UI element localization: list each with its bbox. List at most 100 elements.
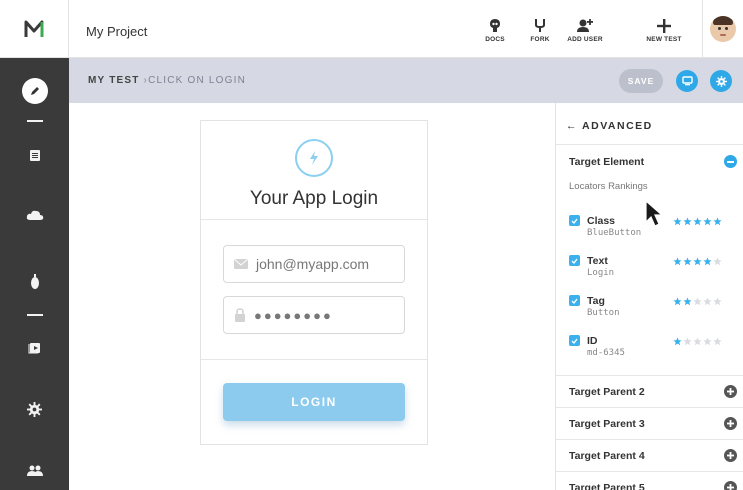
- panel-header: ← ADVANCED: [556, 103, 743, 145]
- left-sidebar: [0, 0, 69, 490]
- breadcrumb: MY TEST ›CLICK ON LOGIN: [88, 75, 246, 86]
- avatar: [710, 16, 736, 42]
- email-value: john@myapp.com: [256, 256, 370, 272]
- star-empty-icon: [683, 337, 692, 346]
- locator-rating: [673, 337, 722, 346]
- password-value: ●●●●●●●●: [254, 307, 333, 323]
- document-icon: [29, 149, 40, 161]
- plus-icon[interactable]: [724, 385, 737, 398]
- locator-checkbox-text[interactable]: [569, 255, 580, 266]
- target-parent-row[interactable]: Target Parent 4: [556, 439, 743, 471]
- target-parent-row[interactable]: Target Parent 5: [556, 471, 743, 490]
- pencil-icon: [21, 78, 48, 104]
- star-filled-icon: [683, 217, 692, 226]
- new-test-label: NEW TEST: [646, 36, 682, 43]
- locator-row-id: ID md-6345: [569, 335, 739, 365]
- locator-rating: [673, 217, 722, 226]
- lock-icon: [235, 308, 245, 322]
- app-logo[interactable]: [0, 0, 69, 58]
- sidebar-item-edit[interactable]: [0, 76, 69, 106]
- plus-icon: [636, 11, 692, 33]
- star-filled-icon: [703, 257, 712, 266]
- star-filled-icon: [683, 257, 692, 266]
- add-user-icon: [557, 11, 613, 33]
- check-icon: [571, 338, 578, 344]
- star-filled-icon: [713, 217, 722, 226]
- plus-icon[interactable]: [724, 417, 737, 430]
- target-parent-label: Target Parent 2: [569, 386, 645, 398]
- locator-name: Text: [587, 255, 608, 267]
- locator-rating: [673, 297, 722, 306]
- locator-value: Login: [587, 268, 615, 278]
- star-filled-icon: [673, 297, 682, 306]
- check-icon: [571, 218, 578, 224]
- sidebar-item-document[interactable]: [0, 140, 69, 170]
- target-parent-label: Target Parent 4: [569, 450, 645, 462]
- sidebar-divider: [27, 120, 43, 122]
- monitor-icon: [681, 76, 693, 86]
- target-element-title: Target Element: [569, 156, 645, 168]
- locator-row-tag: Tag Button: [569, 295, 739, 325]
- gear-icon: [27, 401, 42, 417]
- lightning-icon: [295, 139, 333, 177]
- check-icon: [571, 258, 578, 264]
- plus-icon[interactable]: [724, 481, 737, 490]
- locator-checkbox-class[interactable]: [569, 215, 580, 226]
- target-parent-row[interactable]: Target Parent 3: [556, 407, 743, 439]
- envelope-icon: [234, 259, 248, 269]
- star-empty-icon: [693, 297, 702, 306]
- device-preview-button[interactable]: [676, 70, 698, 92]
- collapse-target-element-button[interactable]: [724, 155, 737, 168]
- sidebar-item-cloud[interactable]: [0, 200, 69, 230]
- target-parent-label: Target Parent 5: [569, 482, 645, 490]
- login-button[interactable]: LOGIN: [223, 383, 405, 421]
- sidebar-item-bug[interactable]: [0, 267, 69, 297]
- star-filled-icon: [693, 217, 702, 226]
- locator-name: Tag: [587, 295, 605, 307]
- locators-rankings-label: Locators Rankings: [569, 181, 648, 192]
- user-avatar-button[interactable]: [702, 0, 743, 58]
- locator-name: Class: [587, 215, 616, 227]
- sidebar-item-settings[interactable]: [0, 394, 69, 424]
- locator-value: Button: [587, 308, 620, 318]
- settings-button[interactable]: [710, 70, 732, 92]
- add-user-button[interactable]: ADD USER: [557, 11, 613, 43]
- sidebar-item-media[interactable]: [0, 332, 69, 362]
- save-button[interactable]: SAVE: [619, 69, 663, 93]
- email-field[interactable]: john@myapp.com: [223, 245, 405, 283]
- new-test-button[interactable]: NEW TEST: [636, 11, 692, 43]
- sidebar-item-users[interactable]: [0, 456, 69, 486]
- sidebar-divider: [27, 314, 43, 316]
- back-to-advanced-link[interactable]: ← ADVANCED: [566, 120, 653, 132]
- gear-icon: [715, 75, 727, 87]
- advanced-panel: ← ADVANCED Target Element Locators Ranki…: [555, 103, 743, 490]
- breadcrumb-root[interactable]: MY TEST: [88, 75, 140, 86]
- project-title: My Project: [86, 24, 148, 39]
- star-empty-icon: [713, 297, 722, 306]
- plus-icon[interactable]: [724, 449, 737, 462]
- star-empty-icon: [703, 337, 712, 346]
- bug-icon: [30, 274, 39, 289]
- users-icon: [26, 465, 43, 476]
- cloud-icon: [26, 210, 43, 220]
- login-preview-card: Your App Login john@myapp.com ●●●●●●●● L…: [200, 120, 428, 445]
- star-filled-icon: [673, 337, 682, 346]
- target-parent-label: Target Parent 3: [569, 418, 645, 430]
- star-empty-icon: [693, 337, 702, 346]
- card-divider: [201, 219, 427, 220]
- target-parent-row[interactable]: Target Parent 2: [556, 375, 743, 407]
- breadcrumb-current: CLICK ON LOGIN: [148, 75, 247, 86]
- password-field[interactable]: ●●●●●●●●: [223, 296, 405, 334]
- locator-checkbox-id[interactable]: [569, 335, 580, 346]
- minus-icon: [727, 160, 734, 163]
- top-bar: My Project DOCS FORK ADD USER NEW TEST: [69, 0, 743, 58]
- locator-row-text: Text Login: [569, 255, 739, 285]
- star-filled-icon: [673, 257, 682, 266]
- mouse-cursor-icon: [645, 200, 664, 227]
- star-empty-icon: [713, 257, 722, 266]
- media-icon: [28, 342, 40, 353]
- add-user-label: ADD USER: [567, 36, 603, 43]
- login-title: Your App Login: [249, 188, 379, 209]
- locator-checkbox-tag[interactable]: [569, 295, 580, 306]
- check-icon: [571, 298, 578, 304]
